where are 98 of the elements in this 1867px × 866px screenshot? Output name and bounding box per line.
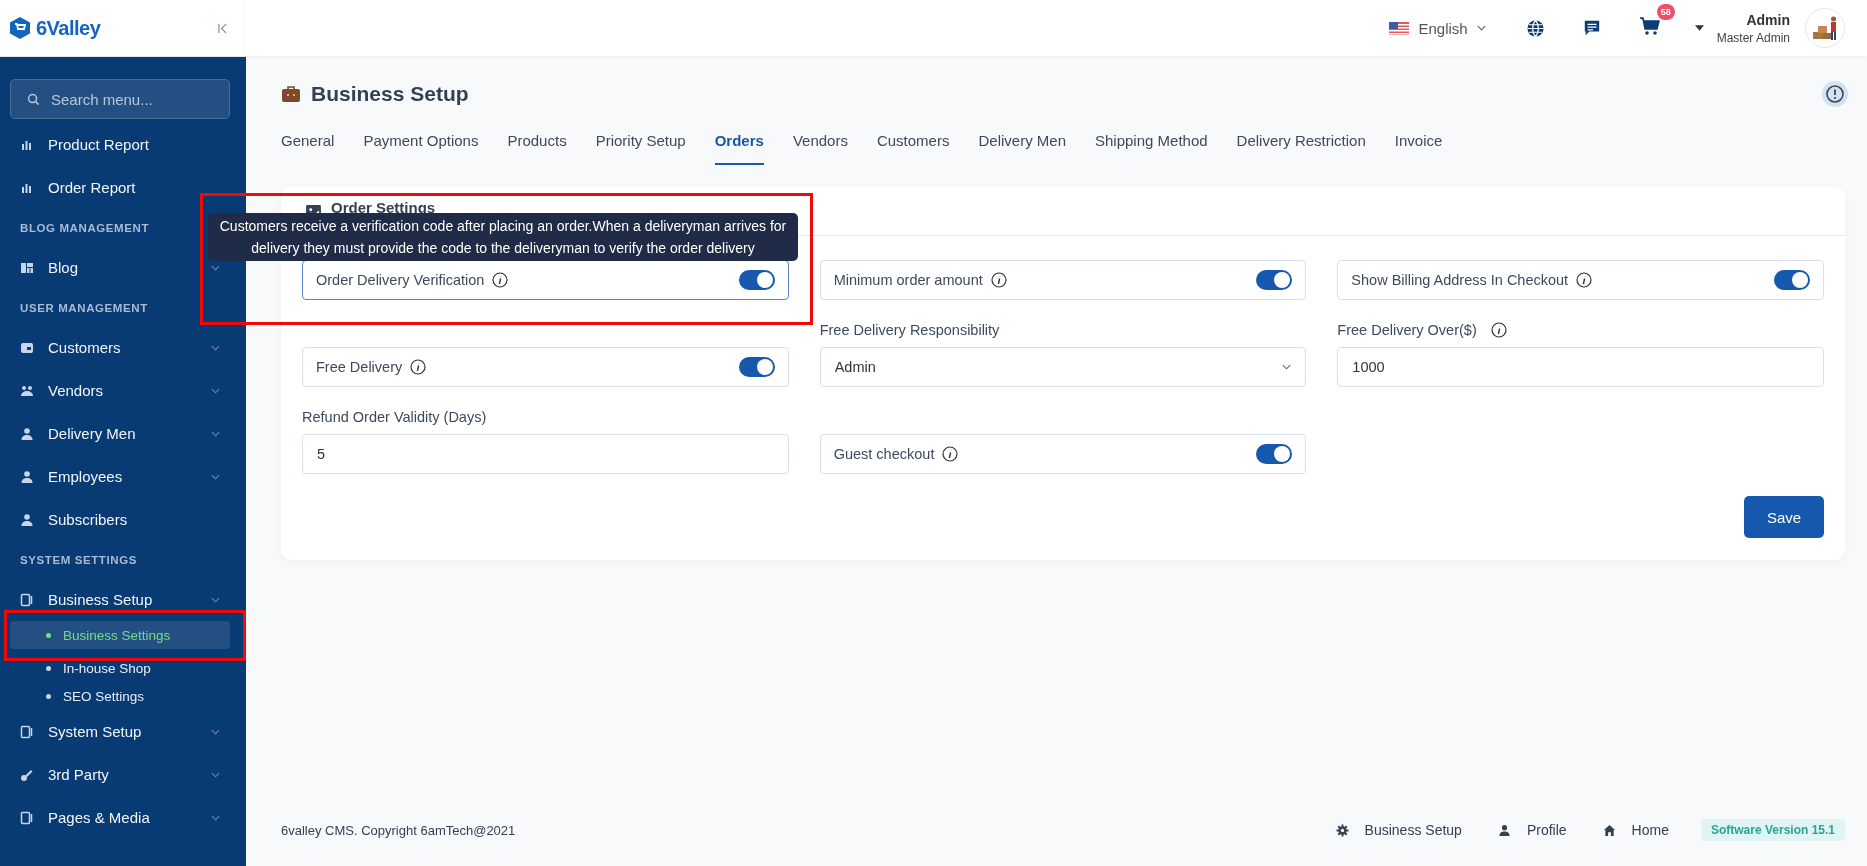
person-icon	[1497, 823, 1511, 837]
tab[interactable]: Priority Setup	[595, 132, 686, 165]
collapse-icon[interactable]	[217, 22, 228, 34]
settings-icon	[1335, 823, 1349, 837]
save-button[interactable]: Save	[1744, 496, 1824, 538]
chevron-icon	[1282, 364, 1292, 370]
sidebar-item[interactable]: System Setup	[10, 710, 230, 753]
home-icon	[1602, 823, 1616, 837]
footer-link[interactable]: Home	[1602, 822, 1669, 838]
tab[interactable]: General	[281, 132, 335, 165]
copyright-text: 6valley CMS. Copyright 6amTech@2021	[281, 822, 516, 838]
submenu-item[interactable]: SEO Settings	[10, 682, 230, 710]
chevron-icon	[211, 728, 220, 735]
field-label: Minimum order amount	[833, 272, 983, 288]
chevron-icon	[211, 430, 220, 437]
tooltip: Customers receive a verification code after placing an order.When a deliveryman arrives for delivery they must provide the code to the deliveryman to verify the order delivery	[208, 213, 798, 261]
field-label: Free Delivery Over($)	[1337, 322, 1477, 338]
user-name: Admin	[1746, 11, 1790, 28]
cart-icon[interactable]	[1638, 16, 1661, 36]
footer-link[interactable]: Profile	[1497, 822, 1567, 838]
flag-icon	[1389, 21, 1410, 35]
field-label: Order Delivery Verification	[316, 272, 485, 288]
chevron-icon	[1476, 25, 1486, 31]
tab[interactable]: Customers	[876, 132, 950, 165]
toggle-switch[interactable]	[1774, 270, 1810, 290]
info-icon[interactable]	[1576, 272, 1593, 288]
card-title: Order Settings	[331, 198, 436, 216]
sidebar-item[interactable]: Customers	[10, 326, 230, 369]
submenu-item[interactable]: Business Settings	[10, 621, 230, 649]
menu-icon	[20, 512, 34, 527]
field-label: Free Delivery Responsibility	[819, 322, 1000, 338]
globe-icon[interactable]	[1525, 18, 1545, 38]
sidebar-item[interactable]: Order Report	[10, 166, 230, 209]
sidebar-item[interactable]: Employees	[10, 455, 230, 498]
search-icon	[27, 93, 40, 106]
chevron-icon	[211, 344, 220, 351]
user-role: Master Admin	[1716, 30, 1790, 45]
field-label: Show Billing Address In Checkout	[1351, 272, 1569, 288]
toggle-switch[interactable]	[1256, 270, 1293, 290]
chevron-icon	[211, 814, 220, 821]
language-select[interactable]: English	[1389, 19, 1486, 37]
toggle-switch[interactable]	[738, 357, 775, 377]
menu-icon	[20, 767, 34, 782]
menu-icon	[20, 260, 34, 275]
search-field[interactable]: Search menu...	[10, 79, 230, 119]
tab[interactable]: Invoice	[1394, 132, 1443, 165]
menu-icon	[20, 340, 34, 355]
info-icon[interactable]	[410, 359, 427, 375]
info-icon[interactable]	[1822, 81, 1848, 107]
input-field[interactable]: 5	[302, 434, 789, 474]
chevron-icon	[211, 771, 220, 778]
tab[interactable]: Payment Options	[363, 132, 479, 165]
sidebar-item[interactable]: Business Setup	[10, 578, 230, 621]
sidebar-item[interactable]: Product Report	[10, 123, 230, 166]
chevron-icon	[211, 473, 220, 480]
version-badge: Software Version 15.1	[1700, 819, 1845, 841]
tab[interactable]: Orders	[714, 132, 764, 165]
tab[interactable]: Delivery Restriction	[1236, 132, 1366, 165]
chevron-icon	[211, 596, 220, 603]
field-label: Refund Order Validity (Days)	[302, 409, 487, 425]
chevron-icon	[211, 264, 220, 271]
sidebar-item[interactable]: Subscribers	[10, 498, 230, 541]
briefcase-icon	[281, 85, 301, 103]
submenu-item[interactable]: In-house Shop	[10, 654, 230, 682]
input-field[interactable]: 1000	[1337, 347, 1824, 387]
footer-link[interactable]: Business Setup	[1335, 822, 1462, 838]
toggle-switch[interactable]	[1256, 444, 1293, 464]
sidebar-item[interactable]: Delivery Men	[10, 412, 230, 455]
tab[interactable]: Vendors	[792, 132, 848, 165]
info-icon[interactable]	[492, 272, 509, 288]
menu-icon	[20, 426, 34, 441]
section-heading: USER MANAGEMENT	[19, 300, 149, 316]
sidebar-item[interactable]: Pages & Media	[10, 796, 230, 839]
page-title: Business Setup	[311, 82, 469, 106]
select-field[interactable]: Admin	[819, 347, 1307, 387]
menu-icon	[20, 469, 34, 484]
info-icon[interactable]	[990, 272, 1007, 288]
brand-name: 6Valley	[36, 16, 101, 40]
tab[interactable]: Shipping Method	[1095, 132, 1208, 165]
sidebar-item[interactable]: 3rd Party	[10, 753, 230, 796]
menu-icon	[20, 724, 34, 739]
sidebar-item[interactable]: Vendors	[10, 369, 230, 412]
menu-icon	[20, 383, 34, 398]
toggle-switch[interactable]	[738, 270, 775, 290]
chat-icon[interactable]	[1582, 19, 1601, 37]
field-label: Guest checkout	[833, 446, 935, 462]
section-heading: SYSTEM SETTINGS	[19, 552, 138, 568]
info-icon[interactable]	[942, 446, 959, 462]
menu-icon	[20, 810, 34, 825]
field-label: Free Delivery	[316, 359, 403, 375]
cart-badge: 58	[1656, 4, 1675, 20]
info-icon[interactable]	[1490, 322, 1507, 338]
chevron-icon	[211, 387, 220, 394]
tab[interactable]: Products	[507, 132, 567, 165]
tab[interactable]: Delivery Men	[978, 132, 1066, 165]
menu-icon	[20, 592, 34, 607]
logo-icon	[8, 16, 32, 40]
caret-icon[interactable]	[1694, 25, 1704, 31]
